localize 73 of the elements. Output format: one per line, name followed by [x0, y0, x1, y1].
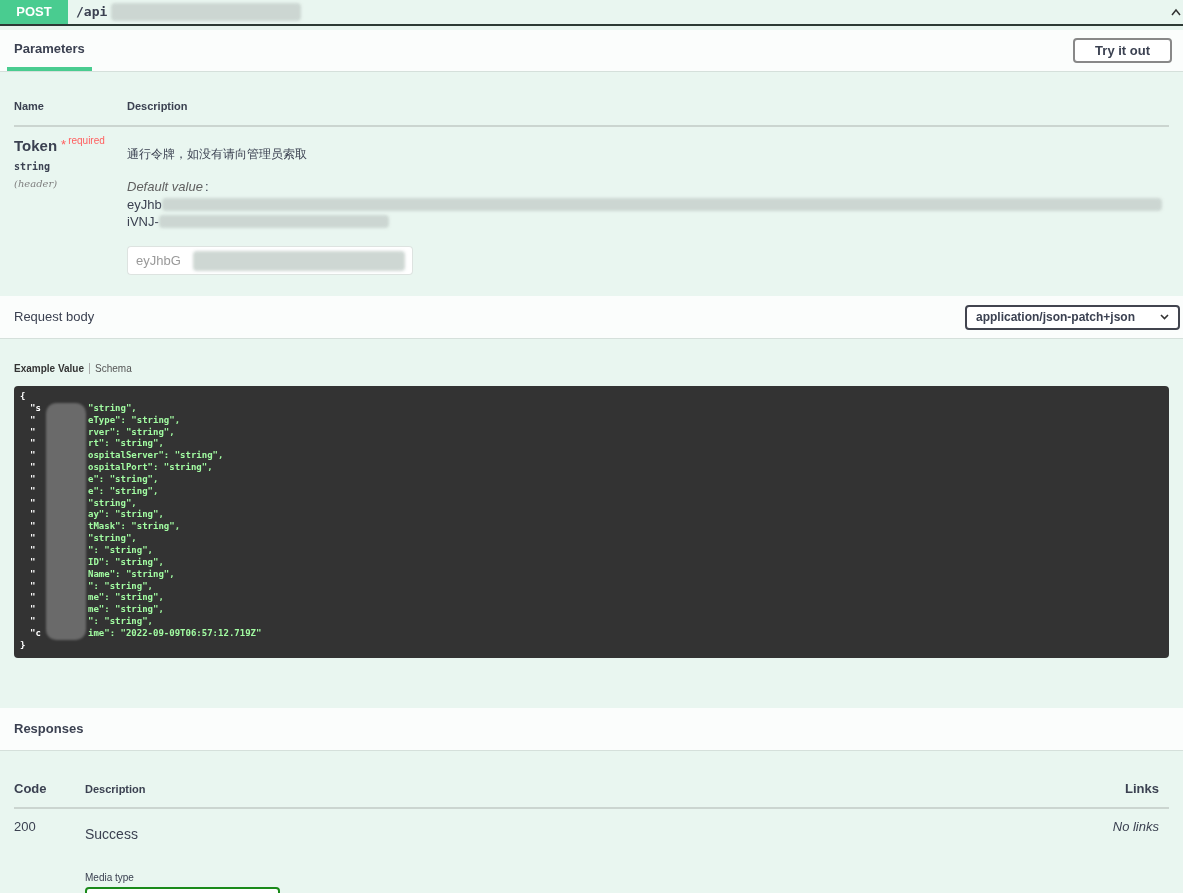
code-line: "string",	[88, 402, 138, 415]
code-line: "	[30, 485, 37, 498]
code-line: me": "string",	[88, 604, 165, 616]
column-header: Links	[1125, 780, 1159, 798]
code-line: "	[30, 580, 37, 593]
code-line: "	[30, 533, 37, 545]
required-label: required	[68, 133, 105, 148]
parameters-tab[interactable]: Parameters	[7, 30, 92, 71]
required-asterisk: *	[61, 135, 67, 154]
response-description: Success	[85, 824, 139, 844]
parameter-type: string	[14, 160, 52, 174]
code-line: ID": "string",	[88, 556, 165, 569]
code-line: "	[30, 450, 37, 463]
code-line: "	[30, 497, 37, 510]
code-line: "	[30, 509, 37, 522]
content-type-select[interactable]: application/json-patch+json	[965, 304, 1180, 330]
default-value-text: iVNJ-	[127, 213, 159, 230]
endpoint-path: /api	[76, 3, 108, 22]
code-line: e": "string",	[88, 485, 160, 498]
default-value-separator: :	[204, 177, 209, 196]
column-header: Description	[127, 99, 188, 114]
code-line: "	[30, 438, 37, 451]
responses-title: Responses	[14, 720, 84, 739]
code-line: "	[30, 616, 37, 628]
default-value-text: eyJhb	[127, 196, 162, 213]
column-header: Code	[14, 780, 48, 798]
chevron-down-icon	[1160, 314, 1169, 320]
column-header: Name	[14, 99, 45, 114]
code-line: "	[30, 556, 37, 569]
request-body-label: Request body	[14, 308, 95, 327]
code-line: "	[30, 521, 37, 534]
code-line: "	[30, 426, 37, 439]
response-links: No links	[1112, 817, 1159, 836]
code-line: "	[30, 414, 37, 427]
response-code: 200	[14, 817, 37, 836]
parameter-description: 通行令牌，如没有请向管理员索取	[127, 145, 308, 163]
code-line: ospitalServer": "string",	[88, 450, 225, 462]
code-line: ": "string",	[88, 616, 155, 628]
code-line: ": "string",	[88, 544, 155, 557]
code-line: "string",	[88, 533, 138, 545]
code-line: "	[30, 544, 37, 557]
code-line: "	[30, 568, 37, 581]
column-header: Description	[85, 782, 147, 797]
example-value-tab[interactable]: Example Value	[14, 361, 85, 376]
method-badge: POST	[0, 0, 68, 24]
code-line: ": "string",	[88, 580, 155, 592]
code-line: ospitalPort": "string",	[88, 462, 214, 474]
code-line: rt": "string",	[88, 438, 165, 450]
default-value-label: Default value	[127, 177, 203, 196]
try-it-out-button[interactable]: Try it out	[1073, 38, 1172, 63]
code-line: "	[30, 473, 37, 486]
code-line: ay": "string",	[88, 509, 165, 521]
schema-tab[interactable]: Schema	[95, 361, 132, 376]
code-line: "c	[30, 627, 42, 640]
chevron-up-icon[interactable]	[1171, 8, 1181, 16]
parameter-name: Token	[14, 135, 58, 156]
operation-summary[interactable]: POST /api	[0, 0, 1183, 26]
code-line: "	[30, 604, 37, 617]
code-line: Name": "string",	[88, 568, 176, 581]
code-line: rver": "string",	[88, 426, 176, 438]
code-line: me": "string",	[88, 592, 165, 604]
code-line: "string",	[88, 497, 138, 509]
code-line: {	[20, 391, 27, 403]
code-line: eType": "string",	[88, 414, 182, 427]
code-line: "s	[30, 402, 42, 415]
parameter-location: (header)	[14, 177, 59, 191]
code-line: "	[30, 592, 37, 605]
code-line: }	[20, 639, 27, 652]
code-line: ime": "2022-09-09T06:57:12.719Z"	[88, 627, 262, 640]
media-type-label: Media type	[85, 870, 135, 885]
code-line: e": "string",	[88, 473, 160, 486]
code-line: tMask": "string",	[88, 521, 182, 533]
code-line: "	[30, 462, 37, 474]
